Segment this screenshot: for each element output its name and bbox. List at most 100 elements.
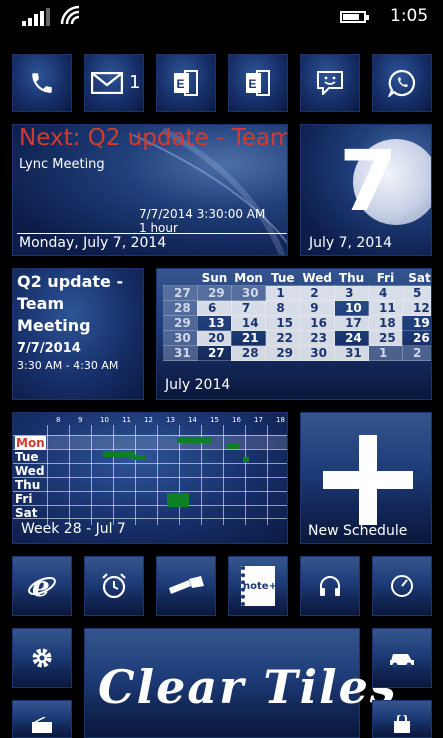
day-cell[interactable]: 2 bbox=[401, 345, 431, 361]
event-tile[interactable]: Q2 update - Team Meeting 7/7/2014 3:30 A… bbox=[12, 268, 144, 400]
day-cell[interactable]: 31 bbox=[334, 345, 370, 361]
day-cell[interactable]: 8 bbox=[265, 300, 301, 316]
day-label: Wed bbox=[15, 464, 45, 478]
note-tile[interactable]: note+ bbox=[228, 556, 288, 616]
day-cell[interactable]: 19 bbox=[401, 315, 431, 331]
speedometer-tile[interactable] bbox=[372, 556, 432, 616]
month-calendar-grid: Sun Mon Tue Wed Thu Fri Sat 27 29 30 1 2… bbox=[163, 271, 431, 361]
day-cell[interactable]: 27 bbox=[196, 345, 232, 361]
event-title-line2: Team bbox=[17, 294, 65, 313]
store-tile[interactable] bbox=[372, 700, 432, 738]
day-cell[interactable]: 2 bbox=[299, 285, 336, 301]
day-cell[interactable]: 30 bbox=[299, 345, 336, 361]
weekday-header: Sat bbox=[408, 271, 431, 285]
schedule-event[interactable] bbox=[131, 455, 145, 460]
schedule-event[interactable] bbox=[227, 443, 239, 449]
settings-tile[interactable] bbox=[12, 628, 72, 688]
messaging-tile[interactable]: 1 bbox=[84, 54, 144, 112]
exchange-tile-2[interactable]: E bbox=[228, 54, 288, 112]
divider bbox=[17, 233, 287, 234]
full-date: July 7, 2014 bbox=[309, 235, 393, 251]
alarm-tile[interactable] bbox=[84, 556, 144, 616]
day-cell[interactable]: 29 bbox=[196, 285, 232, 301]
day-cell[interactable]: 9 bbox=[299, 300, 336, 316]
day-cell[interactable]: 11 bbox=[368, 300, 403, 316]
headphones-icon bbox=[320, 576, 340, 596]
next-meeting-title: Next: Q2 update - Team bbox=[19, 125, 288, 151]
hour-label: 17 bbox=[254, 416, 263, 424]
hour-label: 8 bbox=[56, 416, 61, 424]
day-cell[interactable]: 12 bbox=[401, 300, 431, 316]
day-cell[interactable]: 22 bbox=[265, 330, 301, 346]
day-cell[interactable]: 3 bbox=[334, 285, 370, 301]
schedule-event[interactable] bbox=[167, 493, 189, 507]
radio-tile[interactable] bbox=[12, 700, 72, 738]
day-cell[interactable]: 14 bbox=[230, 315, 267, 331]
flashlight-icon bbox=[169, 576, 204, 594]
day-cell[interactable]: 4 bbox=[368, 285, 403, 301]
weekday-header: Wed bbox=[302, 271, 332, 285]
phone-icon bbox=[32, 73, 52, 93]
day-cell[interactable]: 6 bbox=[196, 300, 232, 316]
week-number: 30 bbox=[163, 330, 198, 346]
phone-tile[interactable] bbox=[12, 54, 72, 112]
day-cell[interactable]: 28 bbox=[230, 345, 267, 361]
date-moon-tile[interactable]: 7 July 7, 2014 bbox=[300, 124, 432, 256]
day-cell[interactable]: 13 bbox=[196, 315, 232, 331]
car-tile[interactable] bbox=[372, 628, 432, 688]
week-schedule-tile[interactable]: 8 9 10 11 12 13 14 15 16 17 18 Mon Tue W… bbox=[12, 412, 288, 544]
day-cell[interactable]: 1 bbox=[265, 285, 301, 301]
chat-tile[interactable] bbox=[300, 54, 360, 112]
svg-text:E: E bbox=[249, 77, 257, 91]
day-cell[interactable]: 10 bbox=[334, 300, 370, 316]
event-time: 3:30 AM - 4:30 AM bbox=[17, 359, 119, 372]
internet-explorer-tile[interactable]: e bbox=[12, 556, 72, 616]
clock: 1:05 bbox=[390, 6, 429, 26]
whatsapp-tile[interactable] bbox=[372, 54, 432, 112]
day-cell[interactable]: 20 bbox=[196, 330, 232, 346]
day-row[interactable]: Mon bbox=[13, 435, 287, 450]
flashlight-tile[interactable] bbox=[156, 556, 216, 616]
day-cell[interactable]: 5 bbox=[401, 285, 431, 301]
hour-label: 15 bbox=[210, 416, 219, 424]
day-cell[interactable]: 1 bbox=[368, 345, 403, 361]
meeting-date: Monday, July 7, 2014 bbox=[19, 235, 167, 251]
day-row[interactable]: Wed bbox=[13, 463, 287, 478]
day-label: Fri bbox=[15, 492, 33, 506]
schedule-event[interactable] bbox=[177, 437, 211, 443]
new-schedule-tile[interactable]: New Schedule bbox=[300, 412, 432, 544]
day-row[interactable]: Fri bbox=[13, 491, 287, 506]
day-cell[interactable]: 16 bbox=[299, 315, 336, 331]
meeting-location: Lync Meeting bbox=[19, 157, 105, 172]
next-meeting-tile[interactable]: Next: Q2 update - Team Lync Meeting 7/7/… bbox=[12, 124, 288, 256]
event-title-line1: Q2 update - bbox=[17, 272, 124, 291]
day-cell[interactable]: 29 bbox=[265, 345, 301, 361]
svg-text:E: E bbox=[177, 77, 185, 91]
day-cell[interactable]: 18 bbox=[368, 315, 403, 331]
battery-icon bbox=[340, 11, 369, 23]
day-row[interactable]: Sat bbox=[13, 505, 287, 520]
store-bag-icon bbox=[394, 715, 410, 733]
weekday-header: Mon bbox=[234, 271, 263, 285]
status-bar: 1:05 bbox=[0, 0, 443, 36]
day-cell-today[interactable]: 7 bbox=[230, 300, 267, 316]
day-cell[interactable]: 25 bbox=[368, 330, 403, 346]
month-calendar-tile[interactable]: Sun Mon Tue Wed Thu Fri Sat 27 29 30 1 2… bbox=[156, 268, 432, 400]
hour-label: 9 bbox=[78, 416, 83, 424]
day-cell[interactable]: 17 bbox=[334, 315, 370, 331]
weekday-header: Sun bbox=[201, 271, 228, 285]
day-cell[interactable]: 24 bbox=[334, 330, 370, 346]
day-row[interactable]: Thu bbox=[13, 477, 287, 492]
exchange-tile-1[interactable]: E bbox=[156, 54, 216, 112]
day-cell[interactable]: 21 bbox=[230, 330, 267, 346]
day-cell[interactable]: 15 bbox=[265, 315, 301, 331]
wk-col-header bbox=[164, 271, 198, 286]
week-number: 28 bbox=[163, 300, 198, 316]
music-tile[interactable] bbox=[300, 556, 360, 616]
internet-explorer-icon: e bbox=[28, 571, 56, 601]
day-cell[interactable]: 26 bbox=[401, 330, 431, 346]
chat-icon bbox=[317, 71, 343, 95]
day-cell[interactable]: 30 bbox=[230, 285, 267, 301]
schedule-event[interactable] bbox=[243, 457, 249, 462]
day-cell[interactable]: 23 bbox=[299, 330, 336, 346]
